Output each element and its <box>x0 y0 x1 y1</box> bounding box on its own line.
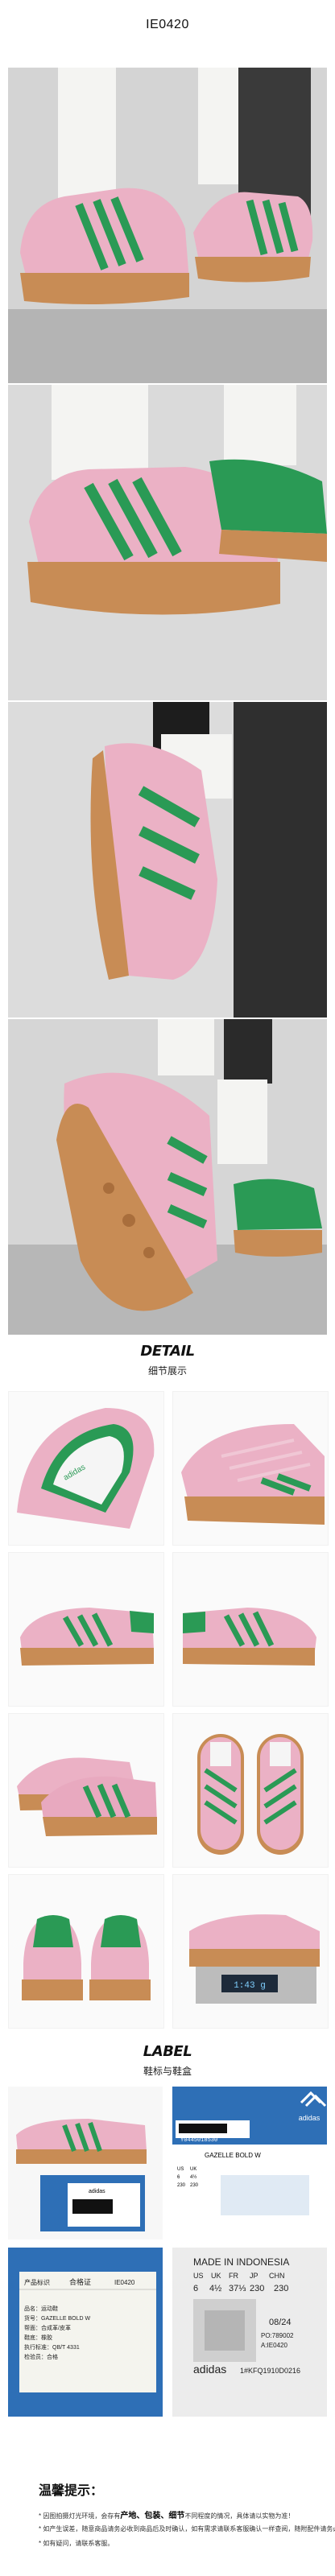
hero-photo-4-image <box>8 1019 327 1335</box>
label-photo-box-with-shoe-image: adidas <box>8 2087 163 2240</box>
tag-size-value-uk: 4½ <box>209 2284 221 2293</box>
certificate-row-1: 品名：运动鞋 <box>24 2305 58 2312</box>
tag-size-header-jp: JP <box>250 2272 258 2280</box>
tag-po: PO:789002 <box>261 2332 294 2339</box>
label-title: LABEL <box>143 2043 192 2060</box>
hero-photo-2 <box>8 385 327 700</box>
tag-size-header-chn: CHN <box>269 2272 285 2280</box>
box-barcode-text: Y0445018530 <box>180 2137 217 2144</box>
tag-size-value-jp: 230 <box>250 2284 264 2293</box>
tips-line-3: * 如有疑问，请联系客服。 <box>39 2539 114 2548</box>
product-page: IE0420 DETAIL 细节展示 adidas 1:43 g LABEL 鞋… <box>0 0 335 2576</box>
box-label-brand: adidas <box>89 2189 105 2194</box>
tag-made-in: MADE IN INDONESIA <box>193 2256 289 2268</box>
box-end-brand: adidas <box>299 2114 321 2122</box>
box-size-chn-value: 230 <box>190 2183 199 2188</box>
certificate-row-6: 检验员：合格 <box>24 2353 58 2360</box>
tag-size-header-us: US <box>193 2272 204 2280</box>
certificate-code: IE0420 <box>114 2279 135 2286</box>
label-section-heading: LABEL 鞋标与鞋盒 <box>0 2043 335 2078</box>
label-subtitle: 鞋标与鞋盒 <box>143 2066 192 2077</box>
box-model-name: GAZELLE BOLD W <box>205 2152 261 2159</box>
detail-photo-insole: adidas <box>8 1391 164 1546</box>
detail-photo-insole-image: adidas <box>9 1392 163 1545</box>
detail-photo-weight-image: 1:43 g <box>173 1875 328 2028</box>
certificate-row-4: 鞋底：橡胶 <box>24 2334 52 2341</box>
hero-photo-3 <box>8 702 327 1018</box>
detail-photo-lacing <box>172 1391 329 1546</box>
tag-date: 08/24 <box>269 2318 292 2327</box>
box-size-uk-header: UK <box>190 2167 196 2172</box>
hero-photo-1-image <box>8 68 327 383</box>
detail-section-heading: DETAIL 细节展示 <box>0 1343 335 1377</box>
certificate-title-left: 产品标识 <box>24 2278 50 2286</box>
label-photo-certificate: 产品标识 合格证 IE0420 品名：运动鞋 货号：GAZELLE BOLD W… <box>8 2248 163 2417</box>
scale-reading: 1:43 g <box>234 1981 266 1991</box>
hero-photo-4 <box>8 1019 327 1335</box>
detail-photo-heels-image <box>9 1875 163 2028</box>
tag-size-value-fr: 37⅓ <box>229 2284 246 2293</box>
box-size-uk-value: 4½ <box>190 2174 196 2180</box>
detail-photo-pair-angle <box>8 1713 164 1868</box>
label-photo-box-end-image: adidas Y0445018530 GAZELLE BOLD W US UK … <box>172 2087 327 2240</box>
tag-article: A:IE0420 <box>261 2342 287 2349</box>
tips-line-1-suffix: 不同程度的情况，具体请以实物为准！ <box>184 2512 295 2520</box>
label-photo-certificate-image: 产品标识 合格证 IE0420 品名：运动鞋 货号：GAZELLE BOLD W… <box>8 2248 163 2417</box>
label-photo-tongue-tag: MADE IN INDONESIA US UK FR JP CHN 6 4½ 3… <box>172 2248 327 2417</box>
product-code: IE0420 <box>146 18 189 31</box>
certificate-title-mid: 合格证 <box>69 2277 91 2286</box>
detail-photo-side-left <box>8 1552 164 1707</box>
tag-code: 1#KFQ1910D0216 <box>240 2367 300 2375</box>
tips-line-1-bold: 产地、包装、细节 <box>120 2512 185 2520</box>
certificate-row-2: 货号：GAZELLE BOLD W <box>24 2314 90 2322</box>
detail-photo-side-right <box>172 1552 329 1707</box>
detail-photo-side-left-image <box>9 1553 163 1706</box>
detail-photo-lacing-image <box>173 1392 328 1545</box>
tips-line-1-prefix: * 因图拍摄灯光环境，会存有 <box>39 2512 121 2520</box>
detail-photo-pair-top <box>172 1713 329 1868</box>
tag-size-value-chn: 230 <box>274 2284 288 2293</box>
label-photo-tongue-tag-image: MADE IN INDONESIA US UK FR JP CHN 6 4½ 3… <box>172 2248 327 2417</box>
tag-size-header-fr: FR <box>229 2272 238 2280</box>
hero-photo-2-image <box>8 385 327 700</box>
detail-photo-pair-top-image <box>173 1714 328 1867</box>
tag-size-value-us: 6 <box>193 2284 198 2293</box>
box-size-us-header: US <box>177 2167 184 2172</box>
tag-brand: adidas <box>193 2363 226 2376</box>
label-photo-box-with-shoe: adidas <box>8 2087 163 2240</box>
box-size-jp-value: 230 <box>177 2183 186 2188</box>
tips-section: 温馨提示： * 因图拍摄灯光环境，会存有产地、包装、细节不同程度的情况，具体请以… <box>0 2463 335 2576</box>
detail-photo-weight: 1:43 g <box>172 1874 329 2029</box>
detail-photo-side-right-image <box>173 1553 328 1706</box>
tips-line-2: * 如产生误差，随意商品请务必收到商品后及时确认，如有需求请联系客服确认一样查阅… <box>39 2524 335 2533</box>
certificate-row-3: 帮面：合成革/皮革 <box>24 2324 71 2331</box>
tips-line-1: * 因图拍摄灯光环境，会存有产地、包装、细节不同程度的情况，具体请以实物为准！ <box>39 2508 294 2520</box>
certificate-row-5: 执行标准：QB/T 4331 <box>24 2343 80 2351</box>
tips-heading: 温馨提示： <box>39 2484 104 2498</box>
label-photo-box-end: adidas Y0445018530 GAZELLE BOLD W US UK … <box>172 2087 327 2240</box>
hero-photo-3-image <box>8 702 327 1018</box>
detail-subtitle: 细节展示 <box>147 1365 187 1377</box>
hero-photo-1 <box>8 68 327 383</box>
tag-size-header-uk: UK <box>211 2272 221 2280</box>
detail-title: DETAIL <box>140 1343 195 1360</box>
tips-line-3-text: * 如有疑问，请联系客服。 <box>39 2540 114 2547</box>
detail-photo-heels <box>8 1874 164 2029</box>
tips-line-2-text: * 如产生误差，随意商品请务必收到商品后及时确认，如有需求请联系客服确认一样查阅… <box>39 2525 335 2533</box>
detail-photo-pair-angle-image <box>9 1714 163 1867</box>
